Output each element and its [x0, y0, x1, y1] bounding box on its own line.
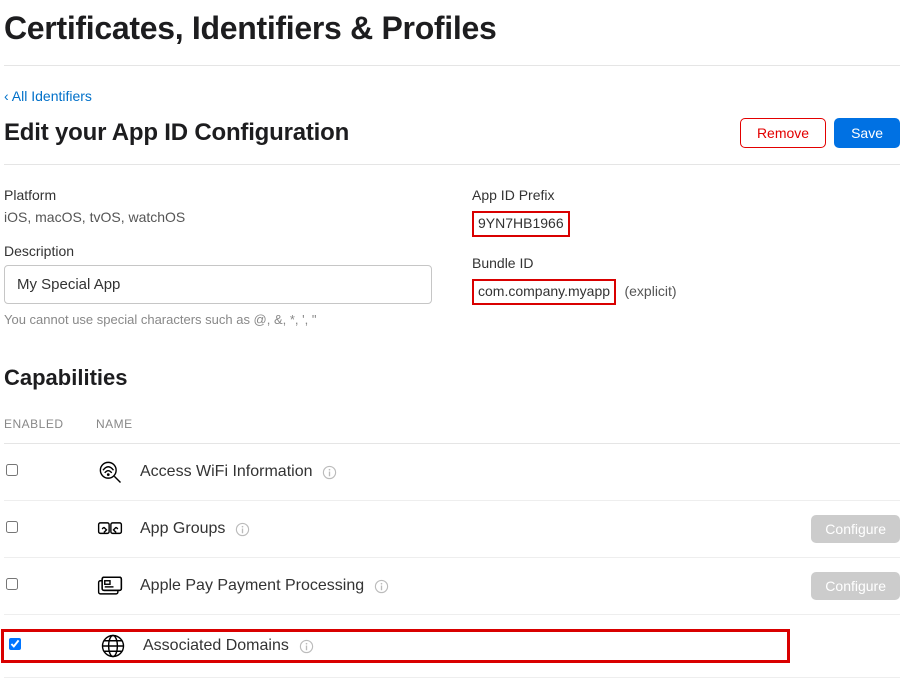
- remove-button[interactable]: Remove: [740, 118, 826, 148]
- bundle-label: Bundle ID: [472, 255, 900, 271]
- col-name-header: NAME: [96, 417, 900, 431]
- bundle-suffix: (explicit): [624, 283, 676, 299]
- description-input[interactable]: [4, 265, 432, 304]
- prefix-value: 9YN7HB1966: [478, 215, 564, 231]
- capability-row: App Groups Configure: [4, 501, 900, 558]
- back-link[interactable]: ‹ All Identifiers: [4, 88, 92, 104]
- prefix-highlight: 9YN7HB1966: [472, 211, 570, 237]
- info-icon: [235, 522, 250, 537]
- page-subtitle: Edit your App ID Configuration: [4, 119, 349, 147]
- info-icon: [299, 639, 314, 654]
- wifi-icon: [96, 458, 140, 486]
- capability-name: Associated Domains: [143, 637, 289, 655]
- configure-button[interactable]: Configure: [811, 515, 900, 543]
- capability-checkbox[interactable]: [6, 521, 18, 533]
- configure-button[interactable]: Configure: [811, 572, 900, 600]
- save-button[interactable]: Save: [834, 118, 900, 148]
- platform-value: iOS, macOS, tvOS, watchOS: [4, 209, 432, 225]
- page-title: Certificates, Identifiers & Profiles: [4, 0, 900, 66]
- groups-icon: [96, 515, 140, 543]
- capability-name: App Groups: [140, 520, 225, 538]
- description-label: Description: [4, 243, 432, 259]
- description-hint: You cannot use special characters such a…: [4, 312, 432, 327]
- globe-icon: [99, 632, 143, 660]
- capability-row: Associated Domains: [4, 615, 900, 678]
- capability-name: Apple Pay Payment Processing: [140, 577, 364, 595]
- pay-icon: [96, 572, 140, 600]
- bundle-value: com.company.myapp: [478, 283, 610, 299]
- info-icon: [322, 465, 337, 480]
- col-enabled-header: ENABLED: [4, 417, 96, 431]
- platform-label: Platform: [4, 187, 432, 203]
- prefix-label: App ID Prefix: [472, 187, 900, 203]
- capability-row: Access WiFi Information: [4, 444, 900, 501]
- capability-checkbox[interactable]: [6, 464, 18, 476]
- capability-row: Apple Pay Payment Processing Configure: [4, 558, 900, 615]
- bundle-highlight: com.company.myapp: [472, 279, 616, 305]
- capability-checkbox[interactable]: [9, 638, 21, 650]
- info-icon: [374, 579, 389, 594]
- capabilities-title: Capabilities: [4, 365, 900, 391]
- capability-name: Access WiFi Information: [140, 463, 312, 481]
- capability-checkbox[interactable]: [6, 578, 18, 590]
